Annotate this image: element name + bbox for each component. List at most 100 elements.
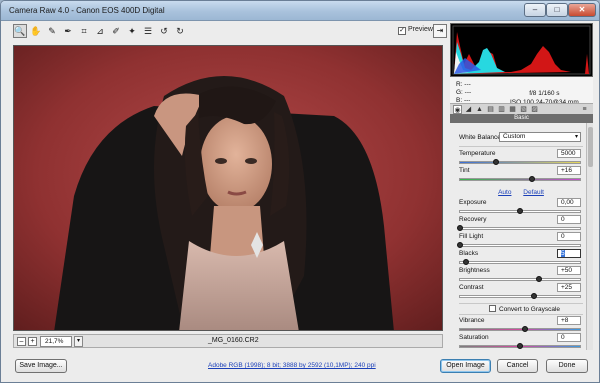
white-balance-value: Custom bbox=[503, 133, 526, 140]
blacks-value: 5 bbox=[561, 250, 565, 257]
workflow-options-link[interactable]: Adobe RGB (1998); 8 bit; 3888 by 2592 (1… bbox=[208, 362, 376, 369]
panel-tabs: ◉ ◢ ▲ ▤ ▥ ▦ ▧ ▨ ≡ bbox=[450, 103, 593, 114]
blacks-label: Blacks bbox=[459, 250, 479, 257]
grayscale-checkbox[interactable] bbox=[489, 305, 496, 312]
preview-checkbox[interactable]: ✓ bbox=[398, 27, 406, 35]
footer: Save Image... Adobe RGB (1998); 8 bit; 3… bbox=[1, 353, 599, 382]
default-link[interactable]: Default bbox=[523, 189, 544, 196]
vibrance-value-field[interactable]: +8 bbox=[557, 316, 581, 325]
open-image-button[interactable]: Open Image bbox=[440, 359, 491, 373]
hand-tool-icon[interactable]: ✋ bbox=[29, 24, 43, 38]
image-preview[interactable] bbox=[13, 45, 443, 331]
tab-hsl[interactable]: ▤ bbox=[486, 105, 495, 114]
aperture-shutter: f/8 1/160 s bbox=[529, 90, 560, 97]
rotate-right-tool-icon[interactable]: ↻ bbox=[173, 24, 187, 38]
rotate-left-tool-icon[interactable]: ↺ bbox=[157, 24, 171, 38]
white-balance-select[interactable]: Custom ▾ bbox=[499, 132, 581, 142]
panel-scrollbar[interactable] bbox=[586, 123, 593, 350]
auto-default-links: Auto Default bbox=[459, 189, 583, 196]
save-image-button[interactable]: Save Image... bbox=[15, 359, 67, 373]
brightness-slider-track[interactable] bbox=[459, 278, 581, 281]
tint-slider-thumb[interactable] bbox=[529, 176, 535, 182]
vibrance-slider-thumb[interactable] bbox=[521, 326, 528, 332]
preview-label: Preview bbox=[408, 26, 433, 33]
fullscreen-icon[interactable]: ⇥ bbox=[433, 24, 447, 38]
red-eye-tool-icon[interactable]: ✦ bbox=[125, 24, 139, 38]
fill-light-label: Fill Light bbox=[459, 233, 484, 240]
fill-light-value-field[interactable]: 0 bbox=[557, 232, 581, 241]
retouch-tool-icon[interactable]: ✐ bbox=[109, 24, 123, 38]
recovery-value-field[interactable]: 0 bbox=[557, 215, 581, 224]
tab-lens[interactable]: ▦ bbox=[508, 105, 517, 114]
exposure-value-field[interactable]: 0,00 bbox=[557, 198, 581, 207]
tab-camera-calibration[interactable]: ▧ bbox=[519, 105, 528, 114]
window-title: Camera Raw 4.0 - Canon EOS 400D Digital bbox=[9, 6, 165, 15]
file-name: _MG_0160.CR2 bbox=[208, 337, 259, 344]
saturation-value-field[interactable]: 0 bbox=[557, 333, 581, 342]
tab-tone-curve[interactable]: ◢ bbox=[464, 105, 473, 114]
close-button[interactable]: ✕ bbox=[568, 3, 596, 17]
contrast-slider-thumb[interactable] bbox=[531, 293, 538, 299]
grayscale-label: Convert to Grayscale bbox=[499, 306, 561, 313]
recovery-slider-thumb[interactable] bbox=[457, 225, 463, 231]
panel-menu-icon[interactable]: ≡ bbox=[580, 105, 589, 114]
zoom-out-button[interactable]: – bbox=[17, 337, 26, 346]
zoom-dropdown-icon[interactable]: ▾ bbox=[74, 336, 83, 347]
fill-light-slider-thumb[interactable] bbox=[457, 242, 463, 248]
tint-value: +16 bbox=[561, 167, 573, 174]
saturation-slider-thumb[interactable] bbox=[517, 343, 523, 349]
tab-presets[interactable]: ▨ bbox=[530, 105, 539, 114]
tint-value-field[interactable]: +16 bbox=[557, 166, 581, 175]
photo-portrait bbox=[14, 46, 442, 330]
exposure-slider-thumb[interactable] bbox=[517, 208, 523, 214]
recovery-value: 0 bbox=[561, 216, 565, 223]
status-bar: – + 21,7% ▾ _MG_0160.CR2 bbox=[13, 334, 443, 348]
divider bbox=[459, 314, 583, 315]
scrollbar-thumb[interactable] bbox=[588, 127, 593, 167]
maximize-button[interactable]: □ bbox=[546, 3, 568, 17]
preview-toggle[interactable]: ✓ Preview bbox=[398, 26, 433, 35]
blacks-value-field[interactable]: 5 bbox=[557, 249, 581, 258]
contrast-slider-track[interactable] bbox=[459, 295, 581, 298]
grayscale-toggle[interactable]: Convert to Grayscale bbox=[489, 305, 560, 313]
auto-link[interactable]: Auto bbox=[498, 189, 511, 196]
adjustments-panel: R: --- G: --- B: --- f/8 1/160 s ISO 100… bbox=[450, 23, 593, 350]
contrast-label: Contrast bbox=[459, 284, 484, 291]
crop-tool-icon[interactable]: ⌗ bbox=[77, 24, 91, 38]
recovery-slider-track[interactable] bbox=[459, 227, 581, 230]
temperature-slider-thumb[interactable] bbox=[493, 159, 499, 165]
temperature-value-field[interactable]: 5000 bbox=[557, 149, 581, 158]
brightness-value-field[interactable]: +50 bbox=[557, 266, 581, 275]
saturation-label: Saturation bbox=[459, 334, 489, 341]
vibrance-slider-track[interactable] bbox=[459, 328, 581, 331]
tint-slider-track[interactable] bbox=[459, 178, 581, 181]
temperature-slider-track[interactable] bbox=[459, 161, 581, 164]
brightness-slider-thumb[interactable] bbox=[536, 276, 543, 282]
contrast-value-field[interactable]: +25 bbox=[557, 283, 581, 292]
minimize-button[interactable]: – bbox=[524, 3, 546, 17]
zoom-tool-icon[interactable]: 🔍 bbox=[13, 24, 27, 38]
cancel-button[interactable]: Cancel bbox=[497, 359, 538, 373]
zoom-in-button[interactable]: + bbox=[28, 337, 37, 346]
zoom-level[interactable]: 21,7% bbox=[40, 336, 72, 347]
white-balance-tool-icon[interactable]: ✎ bbox=[45, 24, 59, 38]
blacks-slider-track[interactable] bbox=[459, 261, 581, 264]
tab-basic[interactable]: ◉ bbox=[453, 105, 462, 114]
straighten-tool-icon[interactable]: ⊿ bbox=[93, 24, 107, 38]
readout-r: R: --- bbox=[456, 81, 471, 88]
exposure-label: Exposure bbox=[459, 199, 487, 206]
camera-raw-window: Camera Raw 4.0 - Canon EOS 400D Digital … bbox=[0, 0, 600, 383]
blacks-slider-thumb[interactable] bbox=[463, 259, 469, 265]
vibrance-value: +8 bbox=[561, 317, 569, 324]
brightness-label: Brightness bbox=[459, 267, 490, 274]
saturation-value: 0 bbox=[561, 334, 565, 341]
done-button[interactable]: Done bbox=[546, 359, 588, 373]
section-title: Basic bbox=[450, 114, 593, 123]
color-sampler-tool-icon[interactable]: ✒ bbox=[61, 24, 75, 38]
tab-detail[interactable]: ▲ bbox=[475, 105, 484, 114]
fill-light-slider-track[interactable] bbox=[459, 244, 581, 247]
vibrance-label: Vibrance bbox=[459, 317, 485, 324]
title-bar[interactable]: Camera Raw 4.0 - Canon EOS 400D Digital … bbox=[1, 1, 599, 21]
tab-split-toning[interactable]: ▥ bbox=[497, 105, 506, 114]
preferences-tool-icon[interactable]: ☰ bbox=[141, 24, 155, 38]
